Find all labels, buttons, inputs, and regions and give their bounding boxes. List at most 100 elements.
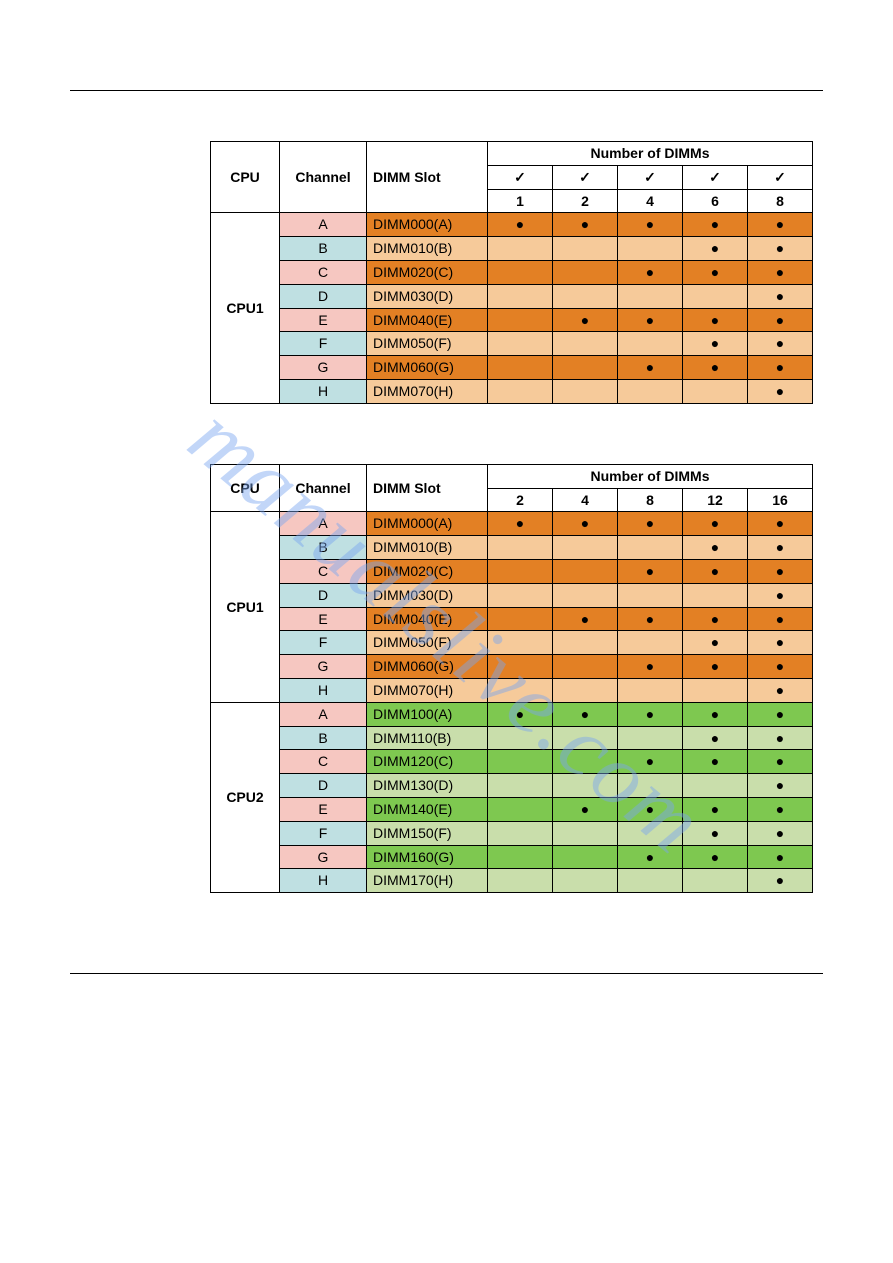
dimm-cell: ● xyxy=(683,821,748,845)
dimm-cell xyxy=(488,678,553,702)
slot-cell: DIMM040(E) xyxy=(367,607,488,631)
dimm-cell: ● xyxy=(748,750,813,774)
dimm-cell: ● xyxy=(683,845,748,869)
dimm-cell: ● xyxy=(748,284,813,308)
dimm-cell xyxy=(488,260,553,284)
dimm-cell: ● xyxy=(683,512,748,536)
dimm-cell: ● xyxy=(683,213,748,237)
dimm-cell xyxy=(488,332,553,356)
slot-cell: DIMM070(H) xyxy=(367,379,488,403)
table-row: EDIMM040(E)●●●● xyxy=(211,607,813,631)
dimm-cell: ● xyxy=(683,726,748,750)
slot-cell: DIMM170(H) xyxy=(367,869,488,893)
channel-cell: B xyxy=(280,237,367,261)
dimm-cell: ● xyxy=(683,237,748,261)
dimm-cell: ● xyxy=(488,702,553,726)
dimm-cell xyxy=(553,726,618,750)
dimm-cell: ● xyxy=(748,655,813,679)
th-check: ✓ xyxy=(683,165,748,189)
dimm-cell: ● xyxy=(683,607,748,631)
channel-cell: A xyxy=(280,702,367,726)
table-row: CDIMM020(C)●●● xyxy=(211,559,813,583)
dimm-cell xyxy=(553,655,618,679)
bottom-rule xyxy=(70,973,823,974)
dimm-cell: ● xyxy=(748,821,813,845)
table2-wrap: CPU Channel DIMM Slot Number of DIMMs 24… xyxy=(210,464,823,893)
th-count: 16 xyxy=(748,488,813,512)
dimm-cell xyxy=(488,845,553,869)
slot-cell: DIMM030(D) xyxy=(367,583,488,607)
dimm-cell xyxy=(553,869,618,893)
dimm-cell: ● xyxy=(618,512,683,536)
dimm-cell xyxy=(488,655,553,679)
table-row: CDIMM120(C)●●● xyxy=(211,750,813,774)
dimm-cell: ● xyxy=(488,213,553,237)
dimm-cell xyxy=(553,750,618,774)
table1-wrap: CPU Channel DIMM Slot Number of DIMMs ✓✓… xyxy=(210,141,823,404)
channel-cell: E xyxy=(280,308,367,332)
th-check: ✓ xyxy=(618,165,683,189)
slot-cell: DIMM070(H) xyxy=(367,678,488,702)
dimm-cell xyxy=(683,284,748,308)
dimm-cell xyxy=(553,260,618,284)
table-row: BDIMM110(B)●● xyxy=(211,726,813,750)
dimm-cell: ● xyxy=(683,750,748,774)
table-row: DDIMM030(D)● xyxy=(211,583,813,607)
dimm-cell xyxy=(683,379,748,403)
dimm-cell xyxy=(553,356,618,380)
th-cpu: CPU xyxy=(211,464,280,512)
dimm-cell xyxy=(488,237,553,261)
dimm-cell: ● xyxy=(683,356,748,380)
dimm-cell: ● xyxy=(748,213,813,237)
dimm-cell: ● xyxy=(748,356,813,380)
dimm-cell: ● xyxy=(683,260,748,284)
th-count: 4 xyxy=(553,488,618,512)
dimm-cell xyxy=(553,583,618,607)
dimm-cell xyxy=(488,774,553,798)
dimm-cell xyxy=(618,774,683,798)
slot-cell: DIMM110(B) xyxy=(367,726,488,750)
dimm-cell: ● xyxy=(553,213,618,237)
table-row: CPU1ADIMM000(A)●●●●● xyxy=(211,213,813,237)
dimm-cell xyxy=(488,536,553,560)
dimm-cell xyxy=(553,845,618,869)
dimm-cell xyxy=(618,332,683,356)
channel-cell: F xyxy=(280,631,367,655)
table-row: HDIMM170(H)● xyxy=(211,869,813,893)
dimm-cell xyxy=(488,308,553,332)
th-count: 2 xyxy=(553,189,618,213)
slot-cell: DIMM020(C) xyxy=(367,559,488,583)
dimm-cell: ● xyxy=(683,797,748,821)
dimm-cell xyxy=(618,284,683,308)
dimm-table-1: CPU Channel DIMM Slot Number of DIMMs ✓✓… xyxy=(210,141,813,404)
dimm-cell: ● xyxy=(748,237,813,261)
slot-cell: DIMM140(E) xyxy=(367,797,488,821)
dimm-cell: ● xyxy=(748,678,813,702)
dimm-cell: ● xyxy=(553,702,618,726)
dimm-cell xyxy=(488,559,553,583)
slot-cell: DIMM150(F) xyxy=(367,821,488,845)
channel-cell: D xyxy=(280,583,367,607)
dimm-cell: ● xyxy=(618,655,683,679)
dimm-cell: ● xyxy=(748,631,813,655)
dimm-cell xyxy=(553,774,618,798)
channel-cell: B xyxy=(280,536,367,560)
dimm-table-2: CPU Channel DIMM Slot Number of DIMMs 24… xyxy=(210,464,813,893)
dimm-cell: ● xyxy=(553,607,618,631)
dimm-cell xyxy=(553,237,618,261)
dimm-cell xyxy=(683,774,748,798)
dimm-cell xyxy=(618,583,683,607)
dimm-cell xyxy=(683,678,748,702)
dimm-cell: ● xyxy=(618,750,683,774)
table-row: EDIMM140(E)●●●● xyxy=(211,797,813,821)
table-row: GDIMM060(G)●●● xyxy=(211,356,813,380)
dimm-cell: ● xyxy=(553,512,618,536)
channel-cell: C xyxy=(280,750,367,774)
dimm-cell: ● xyxy=(683,655,748,679)
slot-cell: DIMM050(F) xyxy=(367,332,488,356)
slot-cell: DIMM000(A) xyxy=(367,213,488,237)
th-count: 2 xyxy=(488,488,553,512)
dimm-cell: ● xyxy=(618,308,683,332)
dimm-cell: ● xyxy=(618,607,683,631)
table-row: HDIMM070(H)● xyxy=(211,379,813,403)
